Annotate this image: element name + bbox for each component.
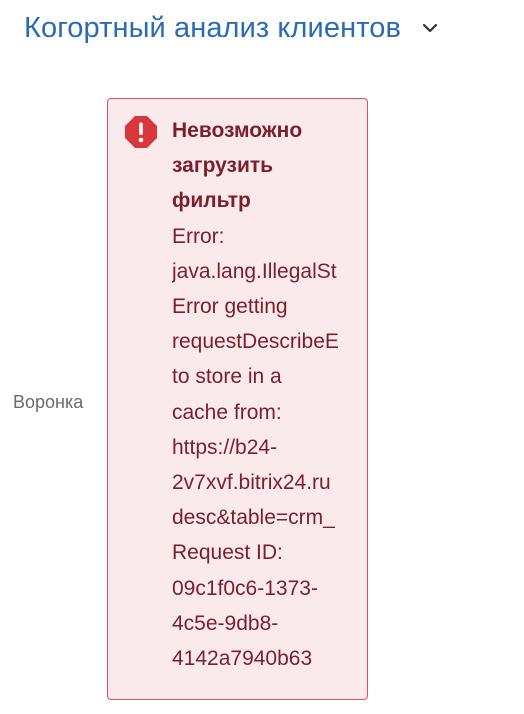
error-line: Request ID: — [172, 541, 283, 565]
chevron-down-icon[interactable] — [421, 19, 439, 37]
error-line: 4142a7940b63 — [172, 647, 313, 671]
error-line: Error getting — [172, 295, 288, 319]
filter-error-alert: Невозможно загрузить фильтр Error: java.… — [107, 98, 368, 700]
error-details: Error: java.lang.IllegalSt Error getting… — [172, 219, 354, 677]
funnel-label: Воронка — [13, 392, 84, 412]
page: Когортный анализ клиентов Воронка Невозм… — [0, 0, 524, 714]
error-message: Невозможно загрузить фильтр Error: java.… — [172, 113, 354, 676]
error-line: 09c1f0c6-1373- — [172, 576, 318, 600]
error-line: java.lang.IllegalSt — [172, 259, 337, 283]
error-line: https://b24- — [172, 435, 278, 459]
error-line: 2v7xvf.bitrix24.ru — [172, 471, 331, 495]
page-title: Когортный анализ клиентов — [24, 11, 401, 44]
error-title: Невозможно загрузить фильтр — [172, 119, 303, 213]
error-line: 4c5e-9db8- — [172, 611, 279, 635]
error-line: requestDescribeE — [172, 330, 339, 354]
error-line: desc&table=crm_ — [172, 506, 335, 530]
error-exclamation-icon — [125, 116, 157, 148]
error-line: cache from: — [172, 400, 282, 424]
error-line: Error: — [172, 224, 225, 248]
error-line: to store in a — [172, 365, 282, 389]
report-title-dropdown[interactable]: Когортный анализ клиентов — [24, 8, 439, 48]
